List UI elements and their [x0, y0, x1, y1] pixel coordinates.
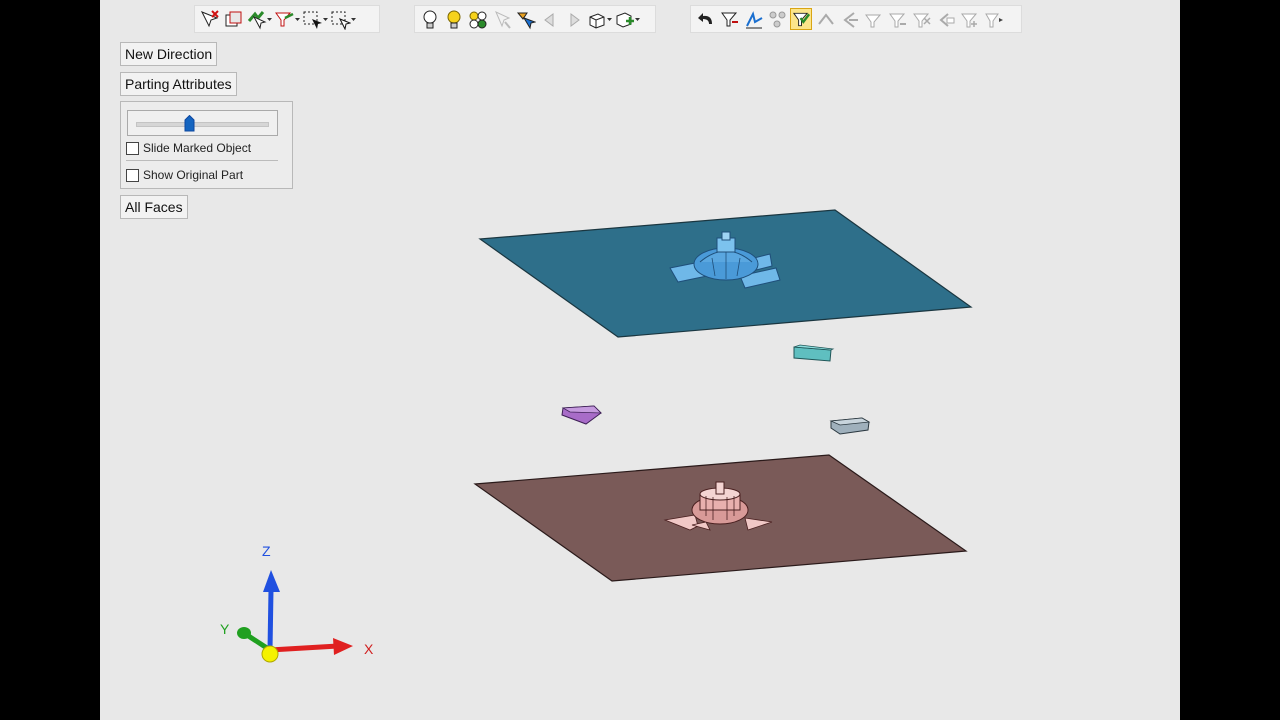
z-axis-label: Z	[262, 543, 271, 559]
slider-block-gray[interactable]	[829, 417, 871, 435]
slider-block-teal[interactable]	[793, 344, 835, 362]
slider-block-purple[interactable]	[561, 405, 602, 425]
3d-viewport[interactable]: X Y Z	[100, 0, 1180, 720]
axis-triad: X Y Z	[220, 543, 374, 663]
y-axis-label: Y	[220, 621, 230, 637]
x-axis-label: X	[364, 641, 374, 657]
app-window: New Direction Parting Attributes Slide M…	[100, 0, 1180, 720]
